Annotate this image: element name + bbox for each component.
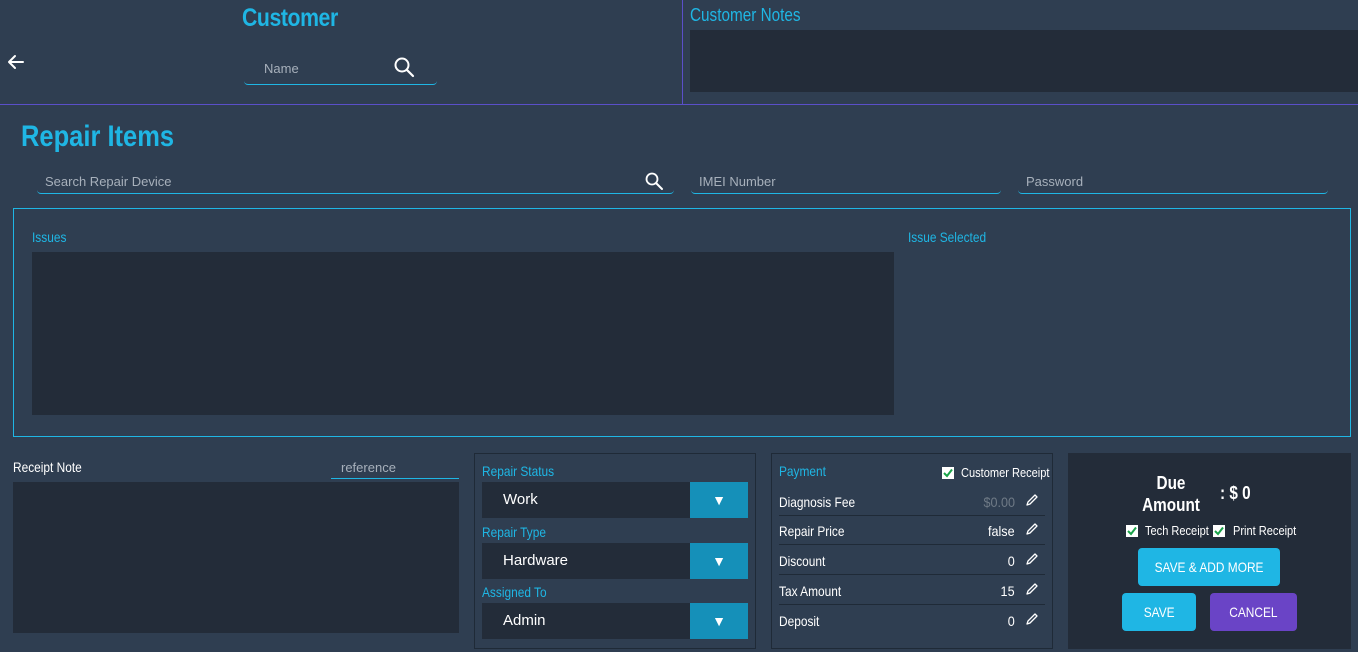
tax-amount-label: Tax Amount xyxy=(779,583,842,599)
imei-input[interactable] xyxy=(699,172,978,190)
due-label-line1: Due xyxy=(1156,473,1186,493)
customer-notes-box[interactable] xyxy=(690,30,1358,92)
assigned-to-value: Admin xyxy=(503,612,546,629)
print-receipt-label: Print Receipt xyxy=(1233,523,1297,538)
dropdown-arrow-icon[interactable]: ▼ xyxy=(690,603,748,639)
repair-type-label: Repair Type xyxy=(482,524,546,540)
payment-row-deposit: Deposit 0 xyxy=(779,606,1045,635)
repair-type-value: Hardware xyxy=(503,552,569,569)
discount-label: Discount xyxy=(779,553,826,569)
password-input[interactable] xyxy=(1026,172,1305,190)
save-and-add-more-button[interactable]: SAVE & ADD MORE xyxy=(1138,548,1280,586)
repair-type-select[interactable]: Hardware ▼ xyxy=(482,543,748,579)
customer-title: Customer xyxy=(242,4,338,32)
save-and-add-more-label: SAVE & ADD MORE xyxy=(1154,559,1264,575)
repair-price-value: false xyxy=(988,523,1015,539)
dropdown-arrow-icon[interactable]: ▼ xyxy=(690,543,748,579)
repair-status-select[interactable]: Work ▼ xyxy=(482,482,748,518)
customer-receipt-label: Customer Receipt xyxy=(961,465,1050,480)
bottom-divider xyxy=(0,652,1358,656)
issues-label: Issues xyxy=(32,229,67,245)
repair-items-title: Repair Items xyxy=(21,120,175,153)
save-label: SAVE xyxy=(1143,604,1175,620)
edit-pencil-icon[interactable] xyxy=(1025,552,1039,566)
assigned-to-select[interactable]: Admin ▼ xyxy=(482,603,748,639)
receipt-note-textarea[interactable] xyxy=(13,482,459,633)
edit-pencil-icon[interactable] xyxy=(1025,612,1039,626)
payment-row-tax-amount: Tax Amount 15 xyxy=(779,576,1045,605)
discount-value: 0 xyxy=(1007,553,1015,569)
deposit-value: 0 xyxy=(1007,613,1015,629)
issue-selected-label: Issue Selected xyxy=(908,229,987,245)
back-arrow-icon[interactable] xyxy=(6,52,26,72)
due-label-line2: Amount xyxy=(1142,495,1200,515)
issues-list[interactable] xyxy=(32,252,894,415)
customer-notes-title: Customer Notes xyxy=(690,5,801,25)
repair-status-label: Repair Status xyxy=(482,463,555,479)
repair-device-search-input[interactable] xyxy=(45,172,619,190)
tech-receipt-checkbox[interactable] xyxy=(1126,525,1138,537)
edit-pencil-icon[interactable] xyxy=(1025,582,1039,596)
tax-amount-value: 15 xyxy=(1000,583,1015,599)
diagnosis-fee-value: $0.00 xyxy=(983,494,1015,510)
password-field[interactable] xyxy=(1018,168,1328,194)
repair-device-search[interactable] xyxy=(37,168,674,194)
payment-row-discount: Discount 0 xyxy=(779,546,1045,575)
tech-receipt-label: Tech Receipt xyxy=(1145,523,1209,538)
due-amount-value: : $ 0 xyxy=(1220,483,1251,503)
dropdown-arrow-icon[interactable]: ▼ xyxy=(690,482,748,518)
customer-name-input[interactable] xyxy=(264,58,394,78)
print-receipt-checkbox[interactable] xyxy=(1213,525,1225,537)
edit-pencil-icon[interactable] xyxy=(1025,493,1039,507)
search-icon[interactable] xyxy=(644,171,664,191)
repair-status-value: Work xyxy=(503,491,538,508)
reference-input[interactable] xyxy=(341,458,451,476)
due-amount-label: Due Amount xyxy=(1136,472,1206,516)
reference-field[interactable] xyxy=(331,455,459,479)
save-button[interactable]: SAVE xyxy=(1122,593,1196,631)
customer-receipt-checkbox[interactable] xyxy=(942,467,954,479)
edit-pencil-icon[interactable] xyxy=(1025,522,1039,536)
deposit-label: Deposit xyxy=(779,613,820,629)
cancel-label: CANCEL xyxy=(1229,604,1278,620)
payment-title: Payment xyxy=(779,463,826,479)
assigned-to-label: Assigned To xyxy=(482,584,547,600)
receipt-note-label: Receipt Note xyxy=(13,459,82,475)
payment-row-diagnosis-fee: Diagnosis Fee $0.00 xyxy=(779,487,1045,516)
cancel-button[interactable]: CANCEL xyxy=(1210,593,1297,631)
diagnosis-fee-label: Diagnosis Fee xyxy=(779,494,856,510)
imei-field[interactable] xyxy=(691,168,1001,194)
customer-name-search[interactable] xyxy=(244,52,437,85)
payment-row-repair-price: Repair Price false xyxy=(779,516,1045,545)
search-icon[interactable] xyxy=(393,56,415,78)
repair-price-label: Repair Price xyxy=(779,523,845,539)
